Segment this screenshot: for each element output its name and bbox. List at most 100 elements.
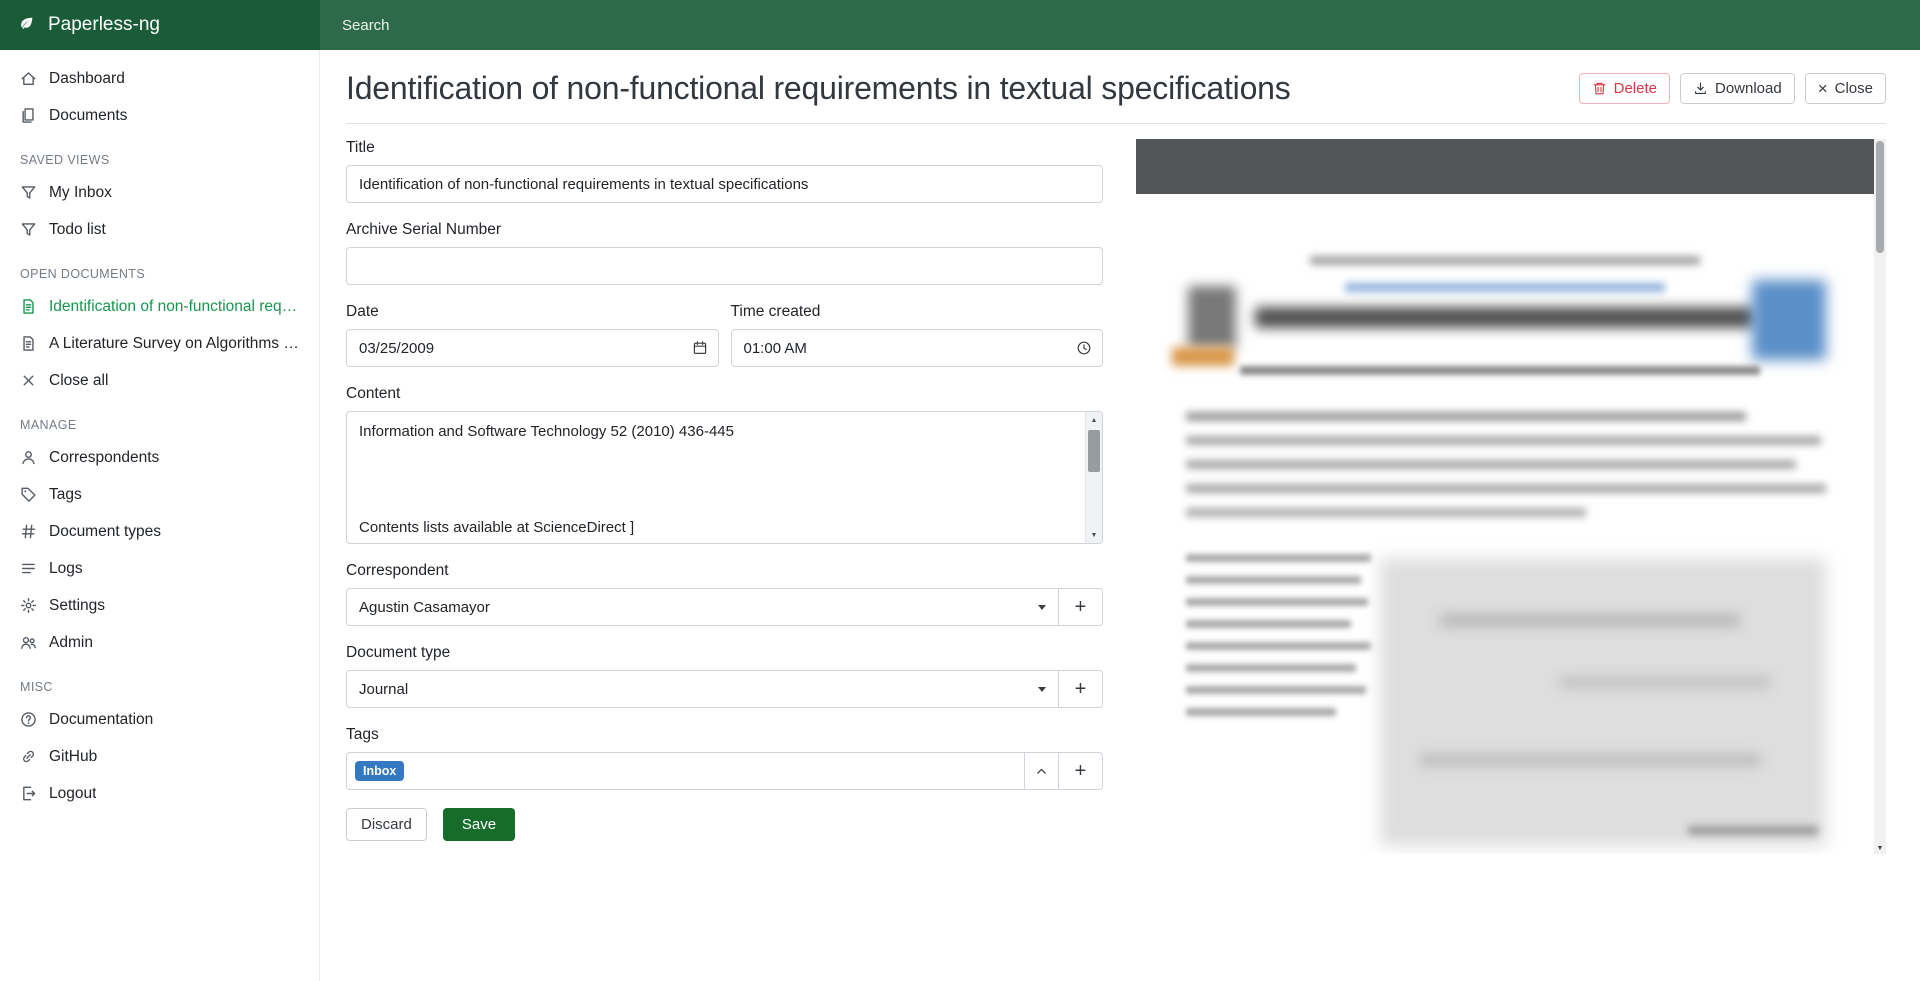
scrollbar-thumb[interactable] [1088,430,1100,472]
discard-button[interactable]: Discard [346,808,427,841]
question-circle-icon [20,711,37,728]
clock-icon[interactable] [1076,340,1092,356]
sidebar-item-label: Logout [49,785,96,803]
header-actions: Delete Download × Close [1579,73,1886,104]
scroll-down-button[interactable]: ▼ [1086,527,1102,543]
sidebar-item-open-doc-2[interactable]: A Literature Survey on Algorithms for Mu… [0,325,319,362]
sidebar-item-todo-list[interactable]: Todo list [0,211,319,248]
scroll-up-button[interactable]: ▲ [1086,412,1102,428]
sidebar-item-correspondents[interactable]: Correspondents [0,439,319,476]
sidebar-item-label: Close all [49,372,108,390]
file-stack-icon [20,107,37,124]
correspondent-select[interactable]: Agustin Casamayor [346,588,1059,626]
preview-scrollbar-thumb[interactable] [1876,141,1884,253]
blurred-text-line [1186,664,1356,672]
date-label: Date [346,303,719,321]
title-field-group: Title [346,139,1103,203]
scrollbar-track[interactable] [1086,428,1102,527]
house-icon [20,70,37,87]
paperless-logo-icon [18,15,38,35]
sidebar-item-document-types[interactable]: Document types [0,513,319,550]
blurred-figure-detail [1440,614,1740,627]
person-icon [20,449,37,466]
blurred-text-line [1186,598,1368,606]
blurred-text-line [1186,436,1821,445]
sidebar-item-settings[interactable]: Settings [0,587,319,624]
time-created-label: Time created [731,303,1104,321]
sidebar-item-label: Todo list [49,221,106,239]
add-document-type-button[interactable]: + [1059,670,1103,708]
top-navbar: Paperless-ng [0,0,1920,50]
download-button-label: Download [1715,80,1782,97]
hash-icon [20,523,37,540]
chevron-up-icon [1035,765,1048,778]
content-scrollbar[interactable]: ▲ ▼ [1085,412,1102,543]
form-actions: Discard Save [346,808,1103,841]
sidebar-item-admin[interactable]: Admin [0,624,319,661]
time-created-input[interactable] [731,329,1104,367]
funnel-icon [20,221,37,238]
sidebar-item-label: GitHub [49,748,97,766]
tags-dropdown-toggle[interactable] [1025,752,1059,790]
add-tag-button[interactable]: + [1059,752,1103,790]
link-icon [20,748,37,765]
document-type-field-group: Document type Journal + [346,644,1103,708]
delete-button-label: Delete [1614,80,1657,97]
blurred-text-line [1186,460,1796,469]
save-button[interactable]: Save [443,808,515,841]
scroll-up-icon: ▲ [1091,417,1098,424]
calendar-icon[interactable] [692,340,708,356]
sidebar-item-close-all[interactable]: Close all [0,362,319,399]
sidebar-item-documentation[interactable]: Documentation [0,701,319,738]
blurred-logo-accent [1172,347,1234,366]
title-label: Title [346,139,1103,157]
sidebar-item-label: Dashboard [49,70,125,88]
search-input[interactable] [320,0,1920,50]
sidebar-item-label: Logs [49,560,83,578]
brand[interactable]: Paperless-ng [0,0,320,50]
date-input[interactable] [346,329,719,367]
tags-input[interactable]: Inbox [346,752,1025,790]
plus-icon: + [1075,760,1087,783]
tags-field-group: Tags Inbox + [346,726,1103,790]
content-row: Title Archive Serial Number Date Time cr… [346,139,1886,854]
sidebar-item-tags[interactable]: Tags [0,476,319,513]
sidebar-item-logs[interactable]: Logs [0,550,319,587]
content-textarea[interactable]: Information and Software Technology 52 (… [347,412,1085,543]
x-icon [20,372,37,389]
document-edit-form: Title Archive Serial Number Date Time cr… [346,139,1103,854]
sidebar-item-my-inbox[interactable]: My Inbox [0,174,319,211]
sidebar-item-label: Tags [49,486,82,504]
document-header: Identification of non-functional require… [346,70,1886,107]
sidebar-item-label: Document types [49,523,161,541]
sidebar-item-logout[interactable]: Logout [0,775,319,812]
search-bar [320,0,1920,50]
pdf-preview[interactable]: ▼ [1136,139,1886,854]
delete-button[interactable]: Delete [1579,73,1670,104]
door-icon [20,785,37,802]
blurred-figure-block [1380,558,1826,846]
asn-input[interactable] [346,247,1103,285]
sidebar-item-dashboard[interactable]: Dashboard [0,60,319,97]
sidebar-item-github[interactable]: GitHub [0,738,319,775]
sidebar-item-label: Settings [49,597,105,615]
download-button[interactable]: Download [1680,73,1795,104]
gear-icon [20,597,37,614]
sidebar-item-documents[interactable]: Documents [0,97,319,134]
tag-badge-inbox[interactable]: Inbox [355,761,404,782]
close-button-label: Close [1835,80,1873,97]
plus-icon: + [1075,596,1087,619]
brand-name: Paperless-ng [48,14,160,36]
blurred-publisher-logo [1188,286,1236,348]
preview-scrollbar[interactable]: ▼ [1874,139,1886,854]
blurred-text-line [1688,826,1818,835]
blurred-divider-line [1240,366,1760,375]
list-icon [20,560,37,577]
document-type-select[interactable]: Journal [346,670,1059,708]
sidebar-item-open-doc-1[interactable]: Identification of non-functional require… [0,288,319,325]
blurred-text-line [1186,484,1826,493]
title-input[interactable] [346,165,1103,203]
add-correspondent-button[interactable]: + [1059,588,1103,626]
close-button[interactable]: × Close [1805,73,1886,104]
preview-scroll-down-icon[interactable]: ▼ [1874,845,1886,852]
